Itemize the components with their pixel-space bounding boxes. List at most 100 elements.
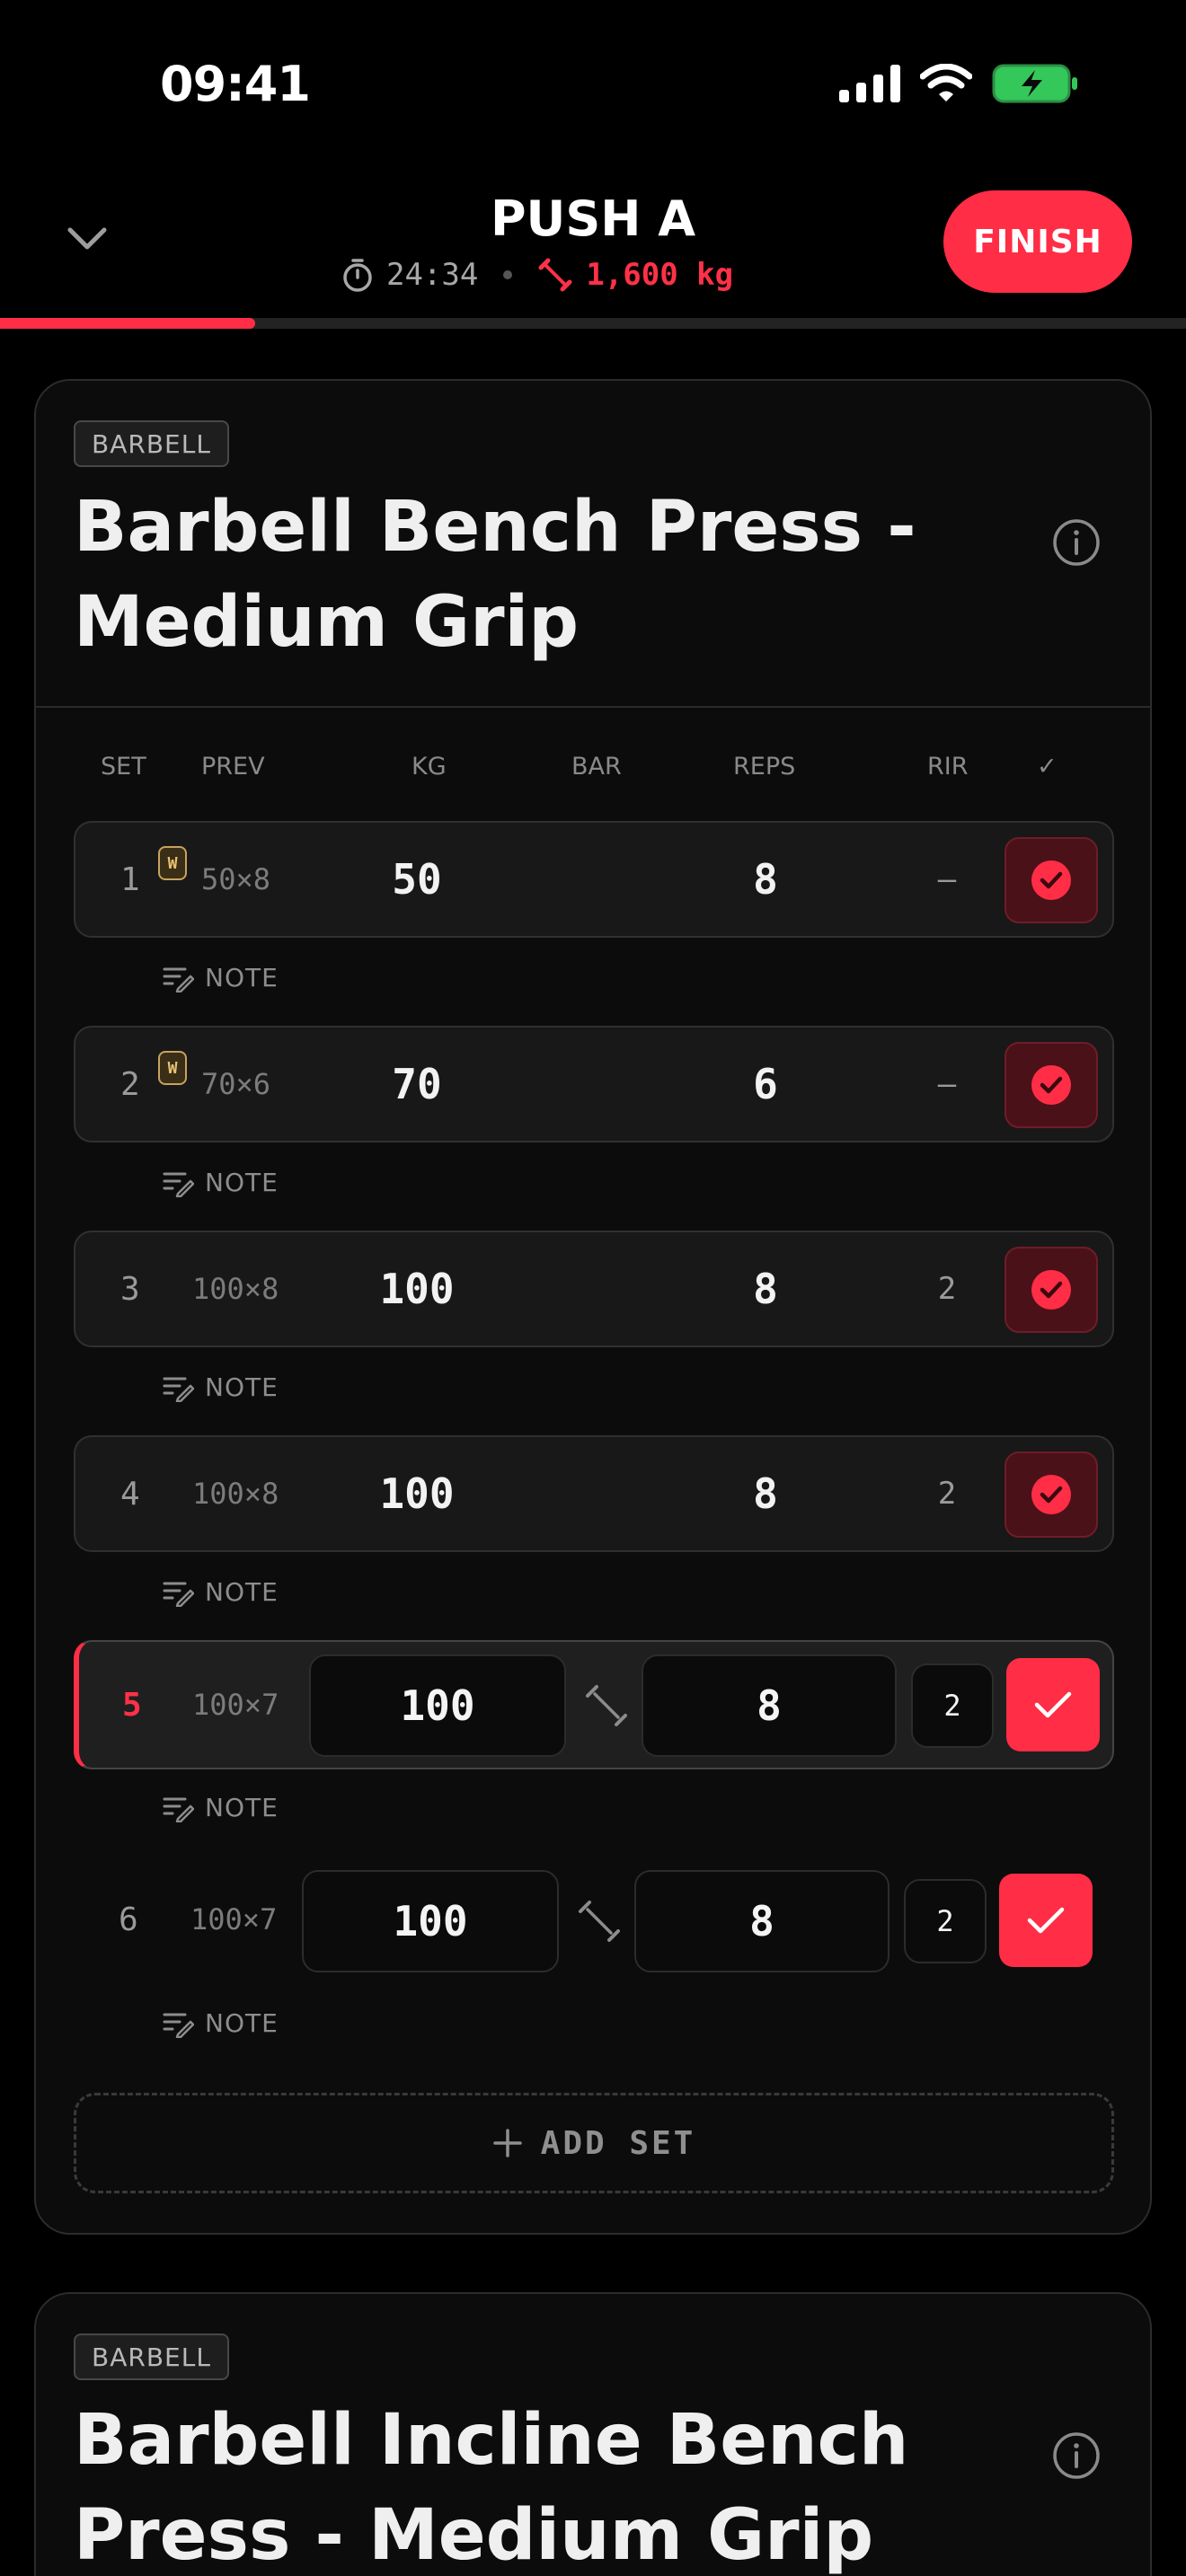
note-label: NOTE: [205, 963, 279, 992]
weight-value[interactable]: 100: [379, 1232, 454, 1345]
check-icon: [1027, 1907, 1065, 1934]
finish-button[interactable]: FINISH: [943, 190, 1132, 293]
note-label: NOTE: [205, 2008, 279, 2038]
reps-value[interactable]: 8: [753, 823, 778, 936]
workout-progress-fill: [0, 318, 255, 329]
set-complete-toggle[interactable]: [1005, 1042, 1098, 1128]
weight-value[interactable]: 50: [392, 823, 441, 936]
note-label: NOTE: [205, 1577, 279, 1607]
add-note-button[interactable]: NOTE: [162, 1793, 279, 1822]
check-circle-icon: [1031, 1270, 1071, 1310]
weight-input[interactable]: 100: [309, 1654, 566, 1757]
note-label: NOTE: [205, 1372, 279, 1402]
note-icon: [163, 967, 194, 992]
reps-value[interactable]: 8: [753, 1232, 778, 1345]
column-header-set: SET: [101, 753, 146, 781]
add-note-button[interactable]: NOTE: [162, 1372, 279, 1402]
note-icon: [163, 1797, 194, 1822]
rir-value[interactable]: –: [938, 1028, 956, 1141]
check-circle-icon: [1031, 1475, 1071, 1514]
column-header-rir: RIR: [927, 753, 969, 781]
plus-icon: [492, 2129, 522, 2157]
set-row[interactable]: 1 W 50×8 50 8 –: [74, 821, 1114, 938]
set-complete-toggle[interactable]: [1005, 1247, 1098, 1333]
previous-value: 100×8: [192, 1477, 279, 1511]
set-row[interactable]: 2 W 70×6 70 6 –: [74, 1026, 1114, 1142]
reps-value[interactable]: 8: [753, 1437, 778, 1550]
meta-separator: [503, 270, 513, 279]
set-number: 3: [120, 1270, 140, 1308]
status-time: 09:41: [160, 56, 311, 112]
previous-value: 100×7: [192, 1688, 279, 1722]
warmup-badge: W: [158, 1051, 187, 1085]
set-row[interactable]: 4 100×8 100 8 2: [74, 1435, 1114, 1552]
rir-value[interactable]: 2: [938, 1232, 956, 1345]
info-icon[interactable]: [1051, 517, 1102, 568]
workout-progress: [0, 318, 1186, 329]
note-label: NOTE: [205, 1793, 279, 1822]
complete-set-button[interactable]: [1006, 1658, 1100, 1751]
note-icon: [163, 1377, 194, 1402]
add-note-button[interactable]: NOTE: [162, 2008, 279, 2038]
note-icon: [163, 1172, 194, 1197]
dumbbell-icon: [538, 258, 572, 292]
equipment-chip: BARBELL: [74, 420, 229, 467]
rir-input[interactable]: 2: [911, 1663, 994, 1748]
set-number: 5: [122, 1686, 142, 1724]
previous-value: 100×7: [190, 1902, 278, 1936]
set-row-active[interactable]: 5 100×7 100 8 2: [74, 1640, 1114, 1769]
reps-input[interactable]: 8: [634, 1870, 890, 1972]
status-icons: [839, 63, 1078, 104]
note-label: NOTE: [205, 1168, 279, 1197]
weight-value[interactable]: 70: [392, 1028, 441, 1141]
complete-set-button[interactable]: [999, 1874, 1093, 1967]
set-row[interactable]: 3 100×8 100 8 2: [74, 1231, 1114, 1347]
column-header-check: ✓: [1037, 753, 1058, 781]
exercise-name[interactable]: Barbell Incline Bench Press - Medium Gri…: [74, 2393, 954, 2576]
stopwatch-icon: [343, 259, 372, 292]
equipment-chip: BARBELL: [74, 2333, 229, 2380]
check-circle-icon: [1031, 860, 1071, 900]
previous-value: 50×8: [201, 862, 271, 896]
set-complete-toggle[interactable]: [1005, 1451, 1098, 1538]
previous-value: 100×8: [192, 1272, 279, 1306]
battery-charging-icon: [992, 64, 1077, 103]
add-note-button[interactable]: NOTE: [162, 1168, 279, 1197]
rir-input[interactable]: 2: [904, 1879, 987, 1963]
set-number: 2: [120, 1065, 140, 1103]
column-header-kg: KG: [412, 753, 447, 781]
note-icon: [163, 1582, 194, 1607]
check-icon: [1034, 1691, 1072, 1718]
reps-value[interactable]: 6: [753, 1028, 778, 1141]
set-number: 6: [119, 1901, 138, 1938]
signal-icon: [839, 65, 900, 102]
exercise-card: BARBELL Barbell Incline Bench Press - Me…: [34, 2292, 1152, 2576]
exercise-name[interactable]: Barbell Bench Press - Medium Grip: [74, 480, 954, 670]
set-complete-toggle[interactable]: [1005, 837, 1098, 923]
wifi-icon: [920, 64, 972, 101]
set-number: 4: [120, 1475, 140, 1513]
add-note-button[interactable]: NOTE: [162, 963, 279, 992]
weight-input[interactable]: 100: [302, 1870, 559, 1972]
previous-value: 70×6: [201, 1067, 271, 1101]
note-icon: [163, 2013, 194, 2038]
set-row[interactable]: 6 100×7 100 8 2: [74, 1861, 1114, 1978]
reps-input[interactable]: 8: [642, 1654, 897, 1757]
elapsed-timer: 24:34: [386, 257, 479, 293]
column-header-prev: PREV: [201, 753, 265, 781]
barbell-loader-icon[interactable]: [577, 1899, 622, 1944]
check-circle-icon: [1031, 1065, 1071, 1105]
rir-value[interactable]: 2: [938, 1437, 956, 1550]
warmup-badge: W: [158, 846, 187, 880]
exercise-card: BARBELL Barbell Bench Press - Medium Gri…: [34, 379, 1152, 2235]
add-note-button[interactable]: NOTE: [162, 1577, 279, 1607]
rir-value[interactable]: –: [938, 823, 956, 936]
column-header-reps: REPS: [733, 753, 796, 781]
add-set-button[interactable]: ADD SET: [74, 2093, 1114, 2193]
barbell-loader-icon[interactable]: [584, 1683, 629, 1728]
column-header-bar: BAR: [571, 753, 622, 781]
workout-meta: 24:34 1,600 kg: [341, 257, 733, 293]
total-volume: 1,600 kg: [586, 257, 734, 293]
info-icon[interactable]: [1051, 2430, 1102, 2481]
weight-value[interactable]: 100: [379, 1437, 454, 1550]
